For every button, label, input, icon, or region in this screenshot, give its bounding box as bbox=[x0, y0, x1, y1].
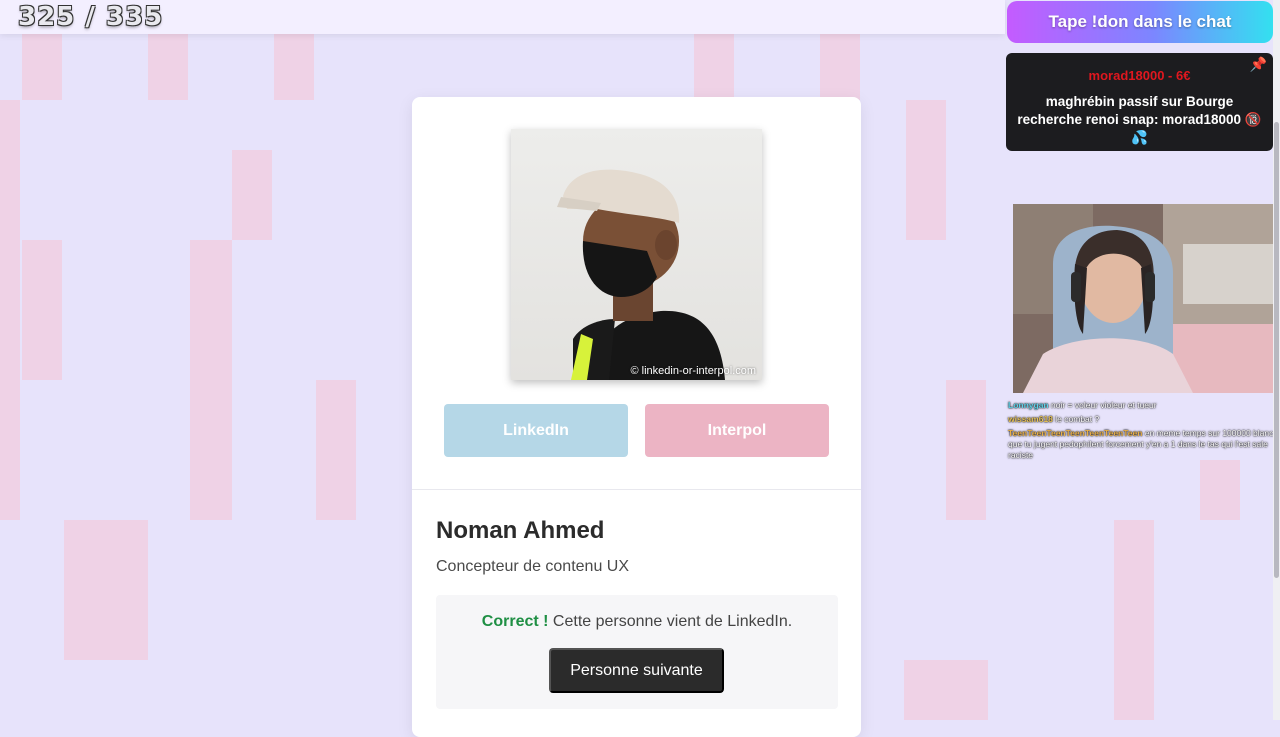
person-name: Noman Ahmed bbox=[436, 517, 605, 544]
chat-username: Lonnygan bbox=[1008, 400, 1049, 410]
linkedin-button[interactable]: LinkedIn bbox=[444, 404, 628, 457]
webcam-overlay bbox=[1013, 204, 1280, 393]
result-message: Cette personne vient de LinkedIn. bbox=[552, 613, 793, 630]
question-counter: 325 / 335 bbox=[18, 2, 163, 32]
chat-username: TeenTeenTeenTeenTeenTeenTeen bbox=[1008, 428, 1143, 438]
person-role: Concepteur de contenu UX bbox=[436, 558, 630, 575]
chat-text: le combat ? bbox=[1055, 414, 1100, 424]
counter-total: 335 bbox=[105, 2, 164, 32]
donation-message: maghrébin passif sur Bourge recherche re… bbox=[1017, 94, 1262, 145]
donation-alert: 📌 morad18000 - 6€ maghrébin passif sur B… bbox=[1006, 53, 1273, 151]
webcam-feed-illustration bbox=[1013, 204, 1280, 393]
counter-current: 325 bbox=[18, 2, 76, 32]
result-text: Correct ! Cette personne vient de Linked… bbox=[436, 613, 838, 631]
chat-message: Lonnygan noir = voleur violeur et tueur bbox=[1008, 400, 1278, 411]
counter-separator: / bbox=[85, 2, 96, 32]
profile-card: © linkedin-or-interpol.com LinkedIn Inte… bbox=[412, 97, 861, 737]
chat-message: TeenTeenTeenTeenTeenTeenTeen en meme tem… bbox=[1008, 428, 1278, 461]
card-divider bbox=[412, 489, 861, 490]
scrollbar-thumb[interactable] bbox=[1274, 122, 1279, 578]
photo-credit: © linkedin-or-interpol.com bbox=[630, 365, 757, 377]
page-scrollbar[interactable] bbox=[1273, 0, 1280, 720]
donation-donor: morad18000 - 6€ bbox=[1088, 68, 1191, 83]
chat-username: wissam618 bbox=[1008, 414, 1053, 424]
result-status: Correct ! bbox=[481, 613, 549, 630]
result-panel: Correct ! Cette personne vient de Linked… bbox=[436, 595, 838, 709]
donation-banner: Tape !don dans le chat bbox=[1007, 1, 1273, 43]
pin-icon: 📌 bbox=[1249, 56, 1267, 72]
person-photo-illustration bbox=[557, 169, 725, 380]
next-person-button[interactable]: Personne suivante bbox=[549, 648, 724, 693]
chat-message: wissam618 le combat ? bbox=[1008, 414, 1278, 425]
stream-chat: Lonnygan noir = voleur violeur et tueur … bbox=[1008, 400, 1278, 464]
profile-photo: © linkedin-or-interpol.com bbox=[511, 129, 762, 380]
chat-text: noir = voleur violeur et tueur bbox=[1050, 400, 1157, 410]
interpol-button[interactable]: Interpol bbox=[645, 404, 829, 457]
